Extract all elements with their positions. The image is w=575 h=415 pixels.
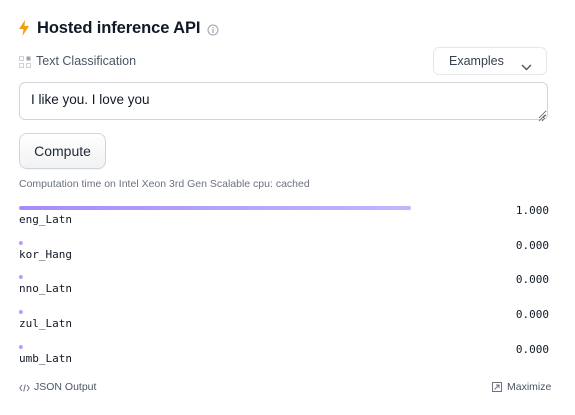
bolt-icon bbox=[19, 20, 29, 36]
result-row: umb_Latn 0.000 bbox=[19, 343, 549, 378]
task-type: Text Classification bbox=[19, 51, 136, 71]
result-label: eng_Latn bbox=[19, 213, 72, 226]
task-label: Text Classification bbox=[36, 54, 137, 68]
result-score: 1.000 bbox=[515, 204, 549, 217]
computation-time: Computation time on Intel Xeon 3rd Gen S… bbox=[19, 178, 310, 190]
classification-results: eng_Latn 1.000 kor_Hang 0.000 nno_Latn 0.000 z… bbox=[19, 204, 549, 377]
inference-widget: Hosted inference API Text Classification… bbox=[0, 0, 575, 415]
result-row: nno_Latn 0.000 bbox=[19, 273, 549, 308]
examples-dropdown[interactable]: Examples bbox=[433, 47, 547, 75]
result-label: zul_Latn bbox=[19, 317, 72, 331]
maximize-label: Maximize bbox=[507, 381, 552, 393]
result-row: eng_Latn 1.000 bbox=[19, 204, 549, 239]
result-row: kor_Hang 0.000 bbox=[19, 239, 549, 274]
examples-label: Examples bbox=[449, 54, 504, 68]
result-score: 0.000 bbox=[515, 273, 549, 287]
result-bar bbox=[19, 240, 23, 245]
info-icon[interactable] bbox=[207, 23, 219, 35]
maximize-button[interactable]: Maximize bbox=[492, 381, 551, 393]
text-classification-icon bbox=[19, 55, 31, 68]
result-label: kor_Hang bbox=[19, 247, 72, 261]
result-bar bbox=[19, 344, 23, 349]
json-output-button[interactable]: JSON Output bbox=[19, 381, 96, 393]
result-score: 0.000 bbox=[515, 308, 549, 322]
chevron-down-icon bbox=[521, 58, 532, 70]
json-output-label: JSON Output bbox=[34, 381, 97, 393]
result-bar bbox=[19, 310, 23, 315]
header-title: Hosted inference API bbox=[37, 18, 201, 37]
code-icon bbox=[19, 383, 30, 392]
result-score: 0.000 bbox=[515, 342, 549, 356]
result-score: 0.000 bbox=[515, 238, 549, 252]
maximize-icon bbox=[492, 382, 502, 392]
result-bar bbox=[19, 206, 411, 210]
result-row: zul_Latn 0.000 bbox=[19, 308, 549, 343]
text-input[interactable]: I like you. I love you bbox=[19, 82, 548, 120]
compute-button[interactable]: Compute bbox=[19, 133, 106, 169]
widget-header: Hosted inference API bbox=[19, 16, 219, 40]
result-bar bbox=[19, 275, 23, 280]
result-label: nno_Latn bbox=[19, 282, 72, 296]
resize-handle-icon[interactable] bbox=[538, 109, 546, 122]
result-label: umb_Latn bbox=[19, 351, 72, 365]
